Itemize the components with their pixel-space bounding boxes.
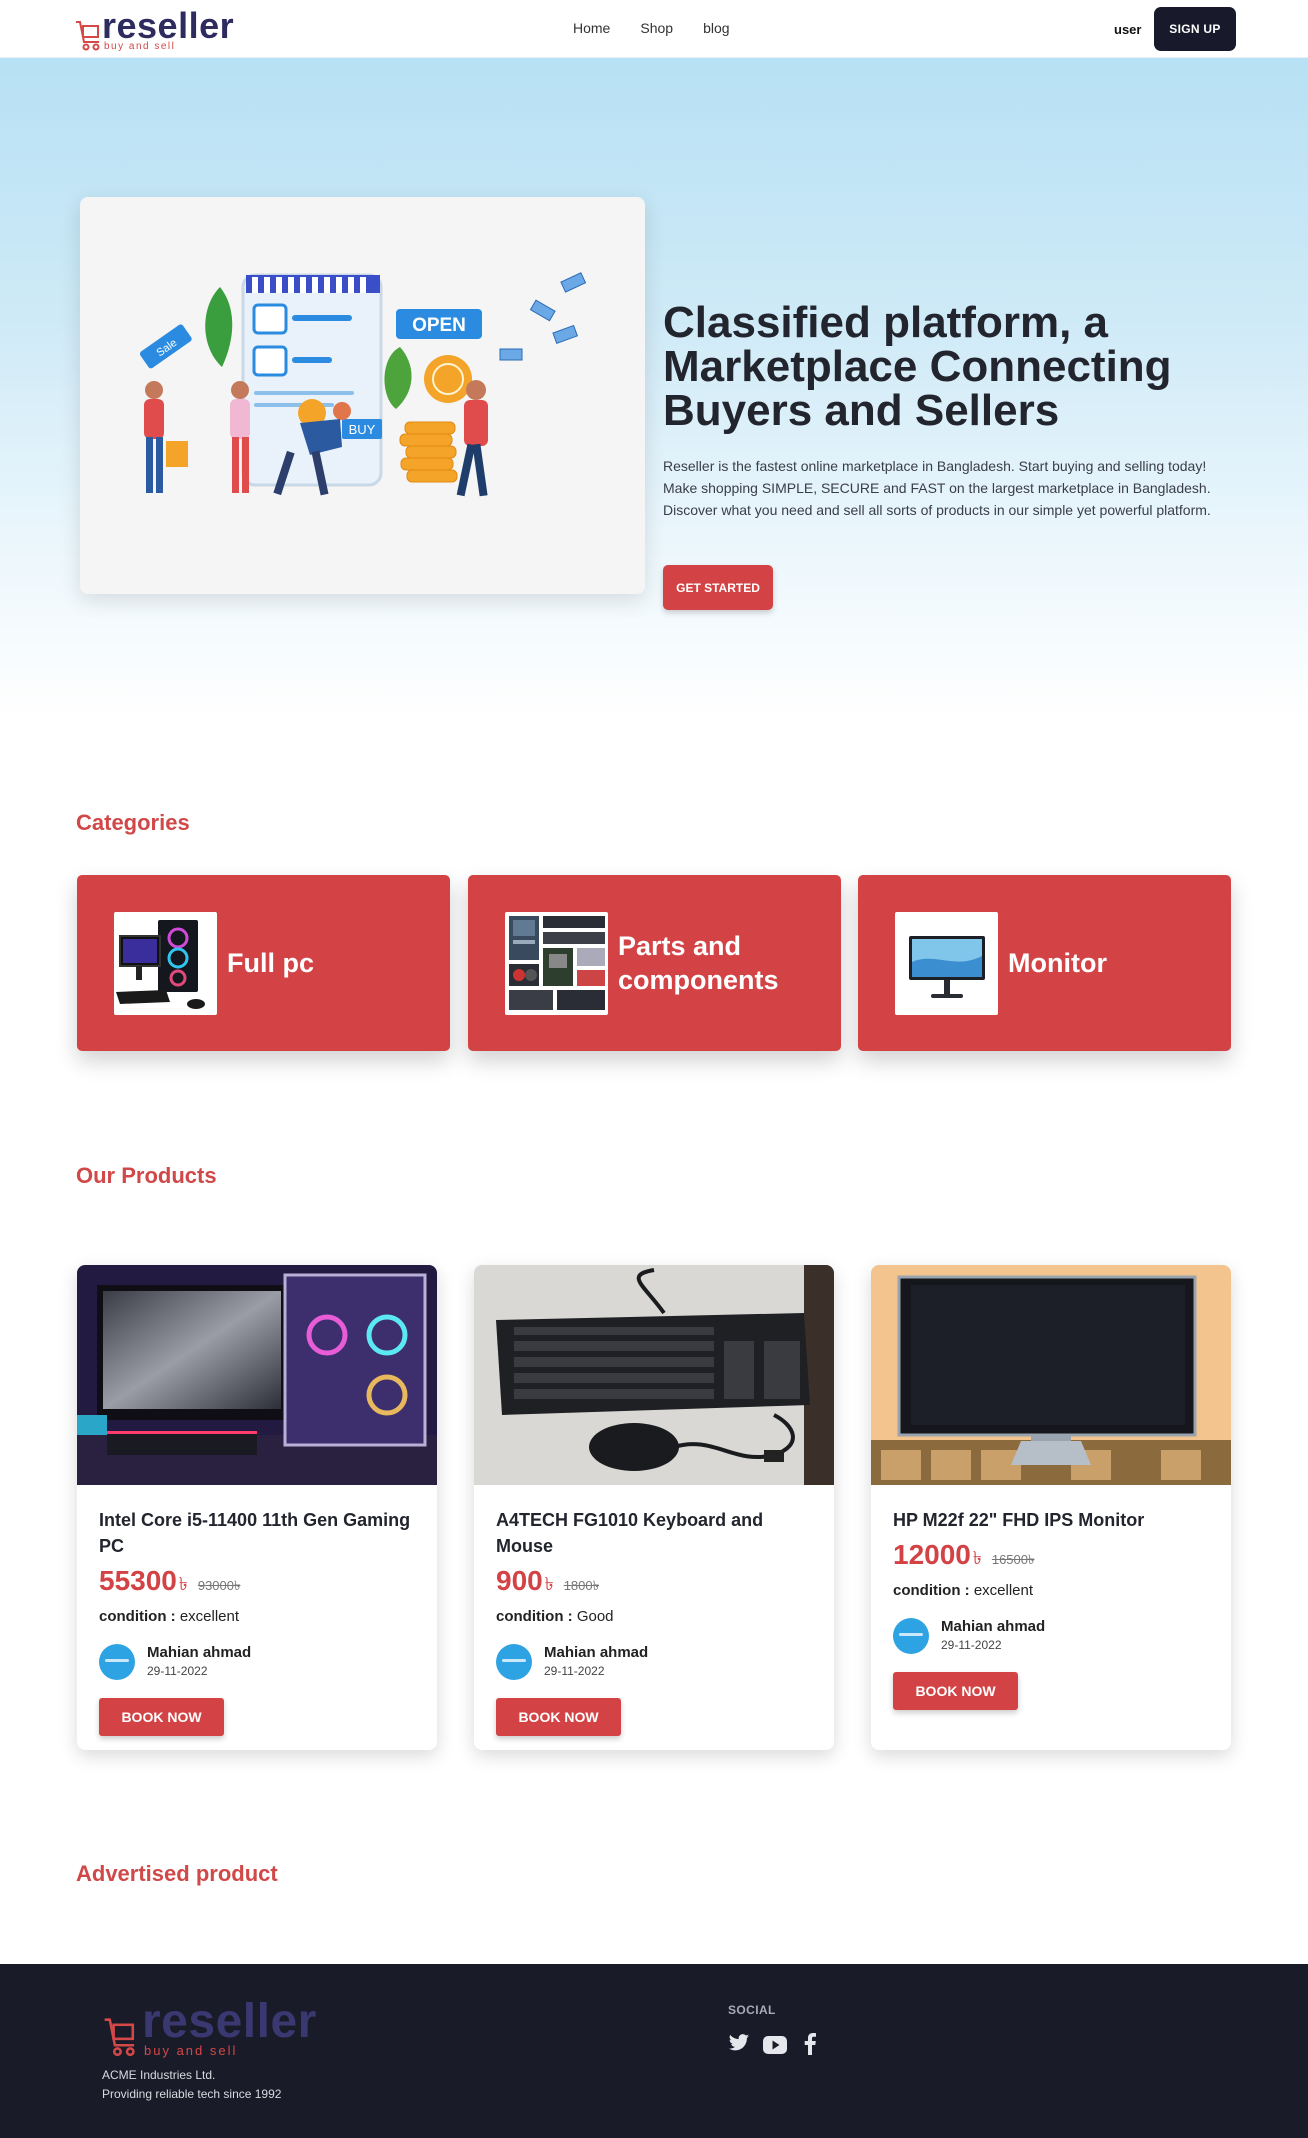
category-label: Monitor [1008,948,1107,978]
get-started-button[interactable]: GET STARTED [663,565,773,610]
currency-symbol: ৳ [178,1574,188,1594]
footer-logo[interactable]: reseller buy and sell [102,1994,362,2064]
hero-description: Reseller is the fastest online marketpla… [663,458,1211,518]
products-heading: Our Products [76,1163,217,1188]
cart-logo-icon [76,21,100,51]
book-now-button[interactable]: BOOK NOW [893,1672,1018,1710]
gaming-pc-icon [114,912,217,1015]
categories-heading: Categories [76,810,190,835]
condition-label: condition : [99,1608,176,1625]
seller-name: Mahian ahmad [147,1644,252,1661]
seller-name: Mahian ahmad [941,1618,1046,1635]
advertised-heading: Advertised product [76,1861,278,1886]
avatar [496,1644,532,1680]
footer-logo-tagline: buy and sell [144,2043,238,2058]
currency-symbol: ৳ [972,1548,982,1568]
product-condition: condition : Good [496,1608,614,1625]
logo-tagline: buy and sell [104,41,176,52]
product-title: Intel Core i5-11400 11th Gen Gaming PC [99,1510,411,1556]
product-price: 12000 [893,1539,971,1570]
footer-social-heading: SOCIAL [728,2003,776,2017]
post-date: 29-11-2022 [941,1638,1002,1652]
product-title: HP M22f 22" FHD IPS Monitor [893,1510,1145,1530]
product-image-gaming-pc[interactable] [77,1265,437,1485]
currency-symbol: ৳ [544,1574,554,1594]
product-price-row: 55300 ৳ 93000৳ [99,1565,240,1601]
seller-info: Mahian ahmad 29-11-2022 [99,1642,399,1682]
user-menu-link[interactable]: user [1114,22,1141,37]
seller-info: Mahian ahmad 29-11-2022 [496,1642,796,1682]
nav-link-home[interactable]: Home [573,20,610,36]
sign-up-button[interactable]: SIGN UP [1154,7,1236,51]
product-original-price: 93000৳ [197,1578,241,1593]
main-nav: Home Shop blog [573,20,730,36]
marketplace-illustration: OPEN Sale BUY [139,272,587,497]
product-title: A4TECH FG1010 Keyboard and Mouse [496,1510,764,1556]
avatar [99,1644,135,1680]
book-now-button[interactable]: BOOK NOW [99,1698,224,1736]
footer-logo-wordmark: reseller [142,1995,317,2048]
product-image-monitor[interactable] [871,1265,1231,1485]
product-card: Intel Core i5-11400 11th Gen Gaming PC 5… [77,1265,437,1750]
condition-value: Good [576,1608,614,1625]
product-condition: condition : excellent [893,1582,1033,1599]
category-card-full-pc[interactable]: Full pc [77,875,450,1051]
monitor-icon [895,912,998,1015]
seller-info: Mahian ahmad 29-11-2022 [893,1616,1193,1656]
product-card: HP M22f 22" FHD IPS Monitor 12000 ৳ 1650… [871,1265,1231,1750]
product-price-row: 900 ৳ 1800৳ [496,1565,599,1601]
category-label: Parts and components [618,931,779,995]
book-now-button[interactable]: BOOK NOW [496,1698,621,1736]
product-condition: condition : excellent [99,1608,239,1625]
product-original-price: 16500৳ [991,1552,1035,1567]
footer: reseller buy and sell [0,1964,1308,2138]
youtube-icon[interactable] [763,2036,787,2054]
site-logo[interactable]: reseller buy and sell [74,4,274,54]
avatar [893,1618,929,1654]
navbar: reseller buy and sell Home Shop blog use… [0,0,1308,58]
condition-value: excellent [179,1608,240,1625]
cart-logo-icon [104,2018,135,2057]
product-price: 55300 [99,1565,177,1596]
post-date: 29-11-2022 [544,1664,605,1678]
footer-tagline: Providing reliable tech since 1992 [102,2087,282,2101]
footer-company: ACME Industries Ltd. [102,2068,216,2082]
twitter-icon[interactable] [728,2033,750,2053]
product-price: 900 [496,1565,543,1596]
category-label: Full pc [227,948,314,978]
seller-name: Mahian ahmad [544,1644,649,1661]
nav-link-blog[interactable]: blog [703,20,729,36]
open-sign-text: OPEN [412,315,466,336]
product-card: A4TECH FG1010 Keyboard and Mouse 900 ৳ 1… [474,1265,834,1750]
post-date: 29-11-2022 [147,1664,208,1678]
condition-label: condition : [893,1582,970,1599]
condition-label: condition : [496,1608,573,1625]
buy-tag-text: BUY [349,422,376,437]
pc-components-icon [505,912,608,1015]
nav-link-shop[interactable]: Shop [640,20,673,36]
facebook-icon[interactable] [804,2033,816,2055]
product-image-keyboard-mouse[interactable] [474,1265,834,1485]
hero-illustration: OPEN Sale BUY [80,197,645,594]
category-card-monitor[interactable]: Monitor [858,875,1231,1051]
hero-title: Classified platform, a Marketplace Conne… [663,298,1172,435]
product-price-row: 12000 ৳ 16500৳ [893,1539,1034,1575]
product-original-price: 1800৳ [563,1578,600,1593]
hero-section: OPEN Sale BUY Classified platform, a Mar… [0,58,1308,718]
condition-value: excellent [973,1582,1034,1599]
category-card-parts-and-components[interactable]: Parts and components [468,875,841,1051]
